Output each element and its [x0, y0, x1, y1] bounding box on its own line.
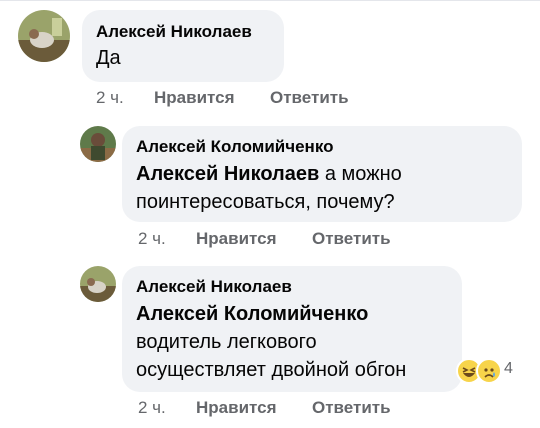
- comment-actions: 2 ч. Нравится Ответить: [138, 229, 438, 251]
- like-button[interactable]: Нравится: [196, 229, 277, 249]
- mention-link[interactable]: Алексей Николаев: [136, 163, 319, 185]
- comment-text: осуществляет двойной обгон: [136, 356, 406, 384]
- avatar[interactable]: [18, 10, 70, 62]
- comment-actions: 2 ч. Нравится Ответить: [138, 398, 438, 420]
- like-button[interactable]: Нравится: [196, 398, 277, 418]
- comment-line: поинтересоваться, почему?: [136, 191, 395, 213]
- avatar[interactable]: [80, 266, 116, 302]
- reactions-summary[interactable]: 4: [456, 358, 520, 384]
- reply-button[interactable]: Ответить: [312, 398, 391, 418]
- comment-time[interactable]: 2 ч.: [138, 229, 166, 249]
- comment-author[interactable]: Алексей Николаев: [96, 22, 252, 42]
- reply-button[interactable]: Ответить: [270, 88, 349, 108]
- comment-bubble: Алексей Коломийченко Алексей Николаев а …: [122, 126, 522, 222]
- comment-text: Алексей Коломийченко: [136, 300, 368, 328]
- comment-line: осуществляет двойной обгон: [136, 359, 407, 381]
- comment-text: водитель легкового: [136, 328, 317, 356]
- comment-author[interactable]: Алексей Николаев: [136, 277, 292, 297]
- comment-bubble: Алексей Николаев Алексей Коломийченко во…: [122, 266, 462, 392]
- comment-text: Алексей Николаев а можно: [136, 160, 402, 188]
- sad-emoji-icon: [476, 358, 502, 384]
- comment-time[interactable]: 2 ч.: [138, 398, 166, 418]
- comment-actions: 2 ч. Нравится Ответить: [96, 88, 396, 110]
- comment-text: поинтересоваться, почему?: [136, 188, 395, 216]
- comment-bubble: Алексей Николаев Да: [82, 10, 284, 82]
- avatar[interactable]: [80, 126, 116, 162]
- mention-link[interactable]: Алексей Коломийченко: [136, 303, 368, 325]
- comment-text: Да: [96, 44, 121, 72]
- comment-line: водитель легкового: [136, 331, 317, 353]
- comment-line: Да: [96, 47, 121, 69]
- comment-author[interactable]: Алексей Коломийченко: [136, 137, 333, 157]
- like-button[interactable]: Нравится: [154, 88, 235, 108]
- reply-button[interactable]: Ответить: [312, 229, 391, 249]
- reaction-count: 4: [504, 360, 513, 377]
- comment-line: а можно: [319, 163, 402, 185]
- comment-time[interactable]: 2 ч.: [96, 88, 124, 108]
- top-divider: [0, 0, 540, 1]
